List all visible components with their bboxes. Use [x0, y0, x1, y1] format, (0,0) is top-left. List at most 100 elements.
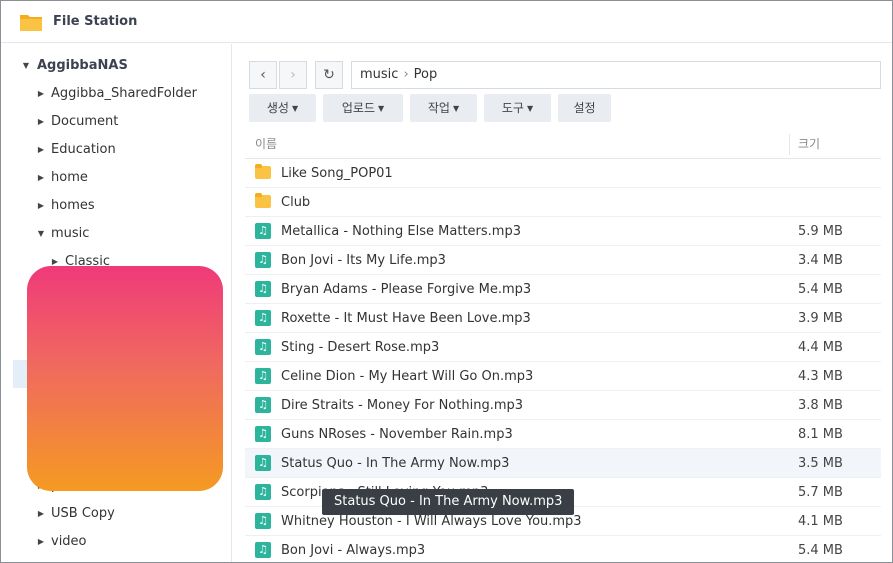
caret-down-icon: ▼ — [452, 104, 460, 113]
sidebar-item-label: Education — [51, 142, 116, 157]
chevron-right-icon: › — [290, 67, 296, 83]
sidebar-item[interactable]: ▶ video — [1, 528, 231, 556]
tools-button[interactable]: 도구 ▼ — [484, 94, 551, 122]
column-size-header[interactable]: 크기 — [798, 130, 820, 159]
forward-button[interactable]: › — [279, 61, 307, 89]
collapse-arrow-icon[interactable]: ▶ — [50, 248, 60, 276]
app-title: File Station — [53, 14, 138, 29]
breadcrumb-separator-icon: › — [403, 67, 409, 82]
caret-down-icon: ▼ — [526, 104, 534, 113]
sidebar-item[interactable]: ▶ photo — [1, 472, 231, 500]
sidebar-item-label: Aggibba_SharedFolder — [51, 86, 197, 101]
collapse-arrow-icon[interactable]: ▶ — [64, 416, 74, 444]
sidebar-item[interactable]: ▶ home — [1, 164, 231, 192]
sidebar-item[interactable]: ▶ 한국가요 — [1, 443, 231, 471]
back-button[interactable]: ‹ — [249, 61, 277, 89]
file-row[interactable]: ♫ Status Quo - In The Army Now.mp3 3.5 MB — [245, 449, 881, 478]
file-row[interactable]: ♫ Sting - Desert Rose.mp3 4.4 MB — [245, 333, 881, 362]
file-size: 4.3 MB — [798, 369, 843, 384]
sidebar-item[interactable]: ▶ Jazz — [1, 304, 231, 332]
file-size: 3.4 MB — [798, 253, 843, 268]
upload-button-label: 업로드 — [341, 101, 375, 115]
refresh-button[interactable]: ↻ — [315, 61, 343, 89]
create-button-label: 생성 — [266, 101, 289, 115]
file-row[interactable]: ♫ Bon Jovi - Always.mp3 5.4 MB — [245, 536, 881, 562]
settings-button[interactable]: 설정 — [558, 94, 611, 122]
sidebar-item[interactable]: ▶ homes — [1, 192, 231, 220]
music-file-icon: ♫ — [255, 368, 271, 384]
tree-root[interactable]: ▼ AggibbaNAS — [1, 52, 231, 80]
sidebar-tree: ▼ AggibbaNAS ▶ Aggibba_SharedFolder ▶ Docu… — [1, 44, 232, 562]
path-bar[interactable]: music › Pop — [351, 61, 881, 89]
upload-button[interactable]: 업로드 ▼ — [323, 94, 403, 122]
collapse-arrow-icon[interactable]: ▶ — [36, 164, 46, 192]
collapse-arrow-icon[interactable]: ▶ — [36, 472, 46, 500]
music-file-icon: ♫ — [255, 426, 271, 442]
music-file-icon: ♫ — [255, 339, 271, 355]
file-row[interactable]: ♫ Guns NRoses - November Rain.mp3 8.1 MB — [245, 420, 881, 449]
sidebar-item[interactable]: ▶ Document — [1, 108, 231, 136]
file-name: Like Song_POP01 — [281, 166, 393, 181]
sidebar-item-label: photo — [51, 478, 89, 493]
collapse-arrow-icon[interactable]: ▶ — [36, 528, 46, 556]
expand-arrow-icon[interactable]: ▼ — [36, 220, 46, 248]
collapse-arrow-icon[interactable]: ▶ — [36, 80, 46, 108]
file-name: Dire Straits - Money For Nothing.mp3 — [281, 398, 524, 413]
sidebar-item-label: Pop — [65, 366, 89, 381]
column-name-header[interactable]: 이름 — [255, 130, 277, 159]
sidebar-item[interactable]: ▶ Club — [1, 388, 231, 416]
breadcrumb-item[interactable]: music — [360, 67, 398, 82]
sidebar-item[interactable]: ▶ playlists — [1, 332, 231, 360]
action-button-label: 작업 — [427, 101, 450, 115]
caret-down-icon: ▼ — [291, 104, 299, 113]
create-button[interactable]: 생성 ▼ — [249, 94, 316, 122]
sidebar-item-label: music — [51, 226, 90, 241]
expand-arrow-icon[interactable]: ▼ — [21, 52, 31, 80]
expand-arrow-icon[interactable]: ▼ — [50, 360, 60, 388]
file-size: 4.1 MB — [798, 514, 843, 529]
file-size: 3.8 MB — [798, 398, 843, 413]
file-row[interactable]: ♫ Celine Dion - My Heart Will Go On.mp3 4.… — [245, 362, 881, 391]
music-file-icon: ♫ — [255, 513, 271, 529]
collapse-arrow-icon[interactable]: ▶ — [36, 136, 46, 164]
file-name: Celine Dion - My Heart Will Go On.mp3 — [281, 369, 534, 384]
music-file-icon: ♫ — [255, 281, 271, 297]
collapse-arrow-icon[interactable]: ▶ — [36, 108, 46, 136]
folder-row[interactable]: Club — [245, 188, 881, 217]
file-name: Status Quo - In The Army Now.mp3 — [281, 456, 510, 471]
sidebar-item-label: USB Copy — [51, 506, 115, 521]
tools-button-label: 도구 — [501, 101, 524, 115]
sidebar-item-label: home — [51, 170, 88, 185]
collapse-arrow-icon[interactable]: ▶ — [36, 192, 46, 220]
file-size: 8.1 MB — [798, 427, 843, 442]
file-row[interactable]: ♫ Dire Straits - Money For Nothing.mp3 3.8… — [245, 391, 881, 420]
sidebar-item-music[interactable]: ▼ music — [1, 220, 231, 248]
sidebar-item[interactable]: ▶ Aggibba_SharedFolder — [1, 80, 231, 108]
collapse-arrow-icon[interactable]: ▶ — [64, 388, 74, 416]
sidebar-item[interactable]: ▶ Education — [1, 136, 231, 164]
folder-icon — [20, 15, 42, 31]
collapse-arrow-icon[interactable]: ▶ — [50, 443, 60, 471]
sidebar-item[interactable]: ▶ Etc — [1, 276, 231, 304]
sidebar-item-label: Like Song_POP01 — [79, 422, 191, 437]
file-row[interactable]: ♫ Metallica - Nothing Else Matters.mp3 5.9… — [245, 217, 881, 246]
collapse-arrow-icon[interactable]: ▶ — [50, 332, 60, 360]
sidebar-item[interactable]: ▶ USB Copy — [1, 500, 231, 528]
sidebar-item[interactable]: ▶ Classic — [1, 248, 231, 276]
collapse-arrow-icon[interactable]: ▶ — [50, 276, 60, 304]
collapse-arrow-icon[interactable]: ▶ — [36, 500, 46, 528]
sidebar-item[interactable]: ▶ Like Song_POP01 — [1, 416, 231, 444]
sidebar-item-pop-selected[interactable]: ▼ Pop — [13, 360, 219, 388]
file-row[interactable]: ♫ Bon Jovi - Its My Life.mp3 3.4 MB — [245, 246, 881, 275]
file-row[interactable]: ♫ Roxette - It Must Have Been Love.mp3 3.9… — [245, 304, 881, 333]
music-file-icon: ♫ — [255, 542, 271, 558]
breadcrumb-item[interactable]: Pop — [414, 67, 438, 82]
action-button[interactable]: 작업 ▼ — [410, 94, 477, 122]
column-divider[interactable] — [789, 134, 790, 155]
file-size: 3.9 MB — [798, 311, 843, 326]
sidebar-item-label: Classic — [65, 254, 110, 269]
folder-row[interactable]: Like Song_POP01 — [245, 159, 881, 188]
chevron-left-icon: ‹ — [260, 67, 266, 83]
file-row[interactable]: ♫ Bryan Adams - Please Forgive Me.mp3 5.4 … — [245, 275, 881, 304]
collapse-arrow-icon[interactable]: ▶ — [50, 304, 60, 332]
